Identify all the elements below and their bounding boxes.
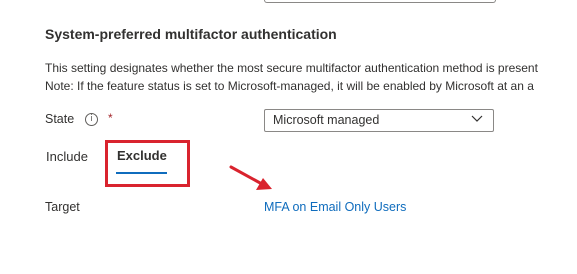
previous-dropdown-edge xyxy=(264,0,496,3)
info-icon[interactable]: i xyxy=(85,113,98,126)
section-title: System-preferred multifactor authenticat… xyxy=(45,26,337,42)
required-mark: * xyxy=(108,111,113,125)
target-group-link[interactable]: MFA on Email Only Users xyxy=(264,200,406,214)
target-label: Target xyxy=(45,200,80,214)
description-line-2: Note: If the feature status is set to Mi… xyxy=(45,79,534,93)
tab-include[interactable]: Include xyxy=(46,149,88,164)
state-dropdown[interactable]: Microsoft managed xyxy=(264,109,494,132)
chevron-down-icon xyxy=(471,115,483,122)
annotation-arrow-icon xyxy=(229,165,272,190)
description-line-1: This setting designates whether the most… xyxy=(45,61,538,75)
annotation-highlight-box xyxy=(105,140,190,187)
state-dropdown-value: Microsoft managed xyxy=(273,113,380,127)
state-label: State xyxy=(45,112,75,126)
